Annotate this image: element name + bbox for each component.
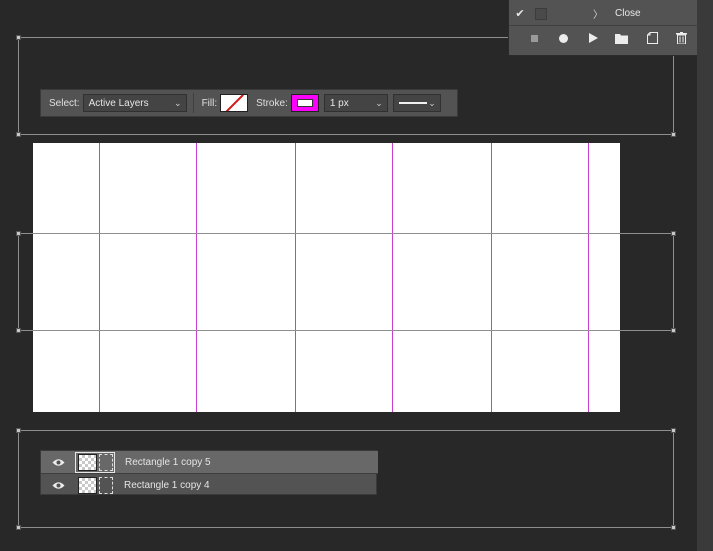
action-row[interactable]: ✔ 〉 Close (509, 3, 698, 24)
transparency-thumbnail-icon (78, 476, 97, 494)
actions-panel: ✔ 〉 Close (508, 0, 698, 56)
layer-thumbnail[interactable] (75, 451, 115, 473)
layer-row[interactable]: Rectangle 1 copy 5 (41, 451, 378, 473)
actions-button-bar (509, 27, 698, 49)
vertical-scrollbar[interactable] (697, 0, 713, 551)
chevron-down-icon: ⌄ (428, 98, 436, 108)
select-value: Active Layers (88, 97, 149, 109)
action-label: Close (615, 8, 641, 19)
layer-row[interactable]: Rectangle 1 copy 4 (41, 474, 378, 496)
stroke-line-icon (398, 102, 427, 104)
dialog-toggle-box[interactable] (535, 7, 547, 20)
checkmark-icon[interactable]: ✔ (509, 7, 531, 20)
transform-handle[interactable] (16, 35, 21, 40)
layer-name[interactable]: Rectangle 1 copy 4 (124, 480, 210, 491)
transform-handle[interactable] (16, 525, 21, 530)
stroke-preview-icon (296, 99, 313, 107)
transform-handle[interactable] (16, 328, 21, 333)
stroke-style-dropdown[interactable]: ⌄ (392, 94, 441, 112)
select-dropdown[interactable]: Active Layers ⌄ (82, 94, 187, 112)
transform-handle[interactable] (16, 231, 21, 236)
layers-panel: Rectangle 1 copy 5 Rectangle 1 copy 4 (40, 450, 378, 496)
panel-divider (509, 25, 698, 26)
stroke-width-value: 1 px (329, 97, 349, 109)
transform-handle[interactable] (671, 428, 676, 433)
transform-handle[interactable] (671, 132, 676, 137)
transform-bounding-box-middle[interactable] (18, 233, 674, 331)
eye-icon[interactable] (41, 458, 75, 467)
layer-name[interactable]: Rectangle 1 copy 5 (125, 457, 211, 468)
trash-icon[interactable] (673, 30, 689, 46)
stroke-width-dropdown[interactable]: 1 px ⌄ (323, 94, 388, 112)
stroke-label: Stroke: (256, 97, 288, 109)
toolbar-divider (192, 93, 194, 113)
shape-options-toolbar: Select: Active Layers ⌄ Fill: Stroke: 1 … (40, 89, 458, 117)
transform-handle[interactable] (671, 231, 676, 236)
new-action-icon[interactable] (644, 30, 660, 46)
eye-icon[interactable] (41, 481, 75, 490)
record-icon[interactable] (555, 30, 571, 46)
transparency-thumbnail-icon (78, 453, 97, 471)
vector-mask-icon (99, 453, 113, 471)
fill-label: Fill: (201, 97, 218, 109)
transform-handle[interactable] (16, 428, 21, 433)
stroke-color-swatch[interactable] (290, 94, 319, 112)
transform-handle[interactable] (671, 328, 676, 333)
stop-icon[interactable] (526, 30, 542, 46)
select-label: Select: (49, 97, 80, 109)
folder-icon[interactable] (613, 30, 629, 46)
chevron-down-icon: ⌄ (375, 98, 383, 108)
chevron-right-icon[interactable]: 〉 (593, 6, 603, 21)
chevron-down-icon: ⌄ (174, 98, 182, 108)
transform-handle[interactable] (16, 132, 21, 137)
fill-color-swatch[interactable] (220, 94, 249, 112)
play-icon[interactable] (585, 30, 601, 46)
vector-mask-icon (99, 476, 113, 494)
layer-thumbnail[interactable] (76, 476, 114, 495)
transform-handle[interactable] (671, 525, 676, 530)
